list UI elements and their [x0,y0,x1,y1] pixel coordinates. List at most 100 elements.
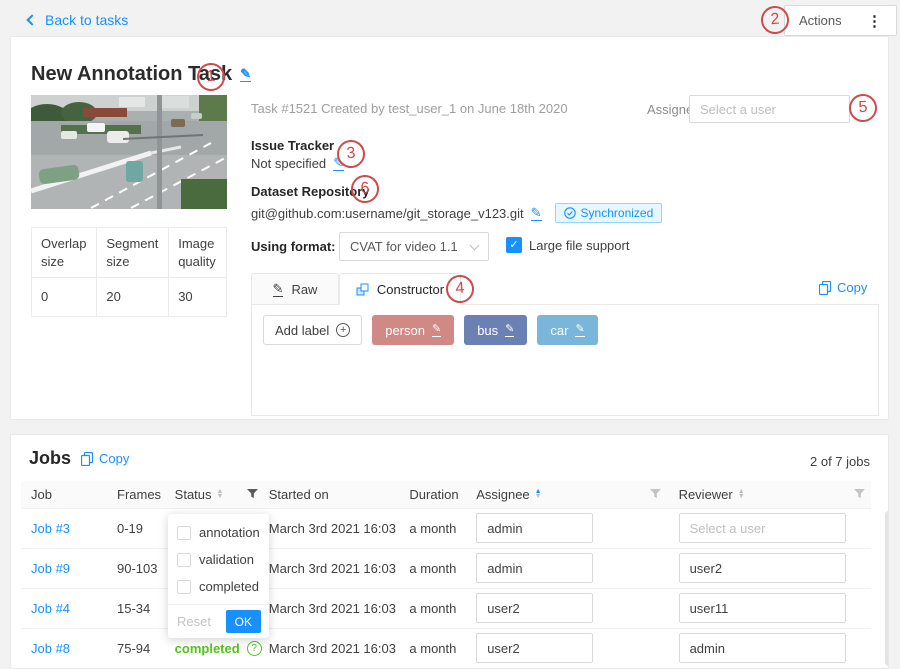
status-filter-dropdown: annotation validation completed Reset OK [168,514,269,638]
filter-option-completed[interactable]: completed [168,573,269,600]
assigned-to-input[interactable] [689,95,850,123]
filter-funnel-icon[interactable] [650,489,661,499]
job-row: Job #3 0-19 March 3rd 2021 16:03 a month [21,508,871,548]
job-duration: a month [399,588,466,628]
col-status[interactable]: Status ▲▼ [165,481,237,508]
job-duration: a month [399,628,466,668]
param-header: Segment size [97,228,169,278]
filter-funnel-icon[interactable] [854,489,865,499]
job-frames: 15-34 [107,588,165,628]
issue-tracker-label: Issue Tracker [251,138,334,153]
param-header: Image quality [169,228,227,278]
checkbox-unchecked[interactable] [177,580,191,594]
param-value-segment: 20 [97,278,169,317]
task-meta: Task #1521 Created by test_user_1 on Jun… [251,101,568,116]
actions-button[interactable]: Actions ⋮ [784,5,897,36]
tab-raw[interactable]: ✎ Raw [251,273,339,305]
param-value-quality: 30 [169,278,227,317]
block-icon [356,283,369,296]
job-row: Job #8 75-94 completed ? March 3rd 2021 … [21,628,871,668]
job-link[interactable]: Job #3 [31,521,70,536]
col-frames[interactable]: Frames [107,481,165,508]
task-detail-page: Back to tasks Actions ⋮ New Annotation T… [0,0,900,669]
task-card: New Annotation Task ✎ [10,36,889,420]
job-link[interactable]: Job #4 [31,601,70,616]
raw-edit-icon: ✎ [273,282,284,297]
labels-editor: Add label + person ✎ bus ✎ car ✎ [263,315,598,345]
filter-reset-button[interactable]: Reset [177,614,211,629]
back-to-tasks-label: Back to tasks [45,12,128,28]
job-started: March 3rd 2021 16:03 [259,548,400,588]
reviewer-input[interactable] [679,513,846,543]
dataset-repository-value: git@github.com:username/git_storage_v123… [251,203,662,223]
task-params-table: Overlap size Segment size Image quality … [31,227,227,317]
actions-label: Actions [799,13,842,28]
job-row: Job #9 90-103 March 3rd 2021 16:03 a mon… [21,548,871,588]
edit-label-icon[interactable]: ✎ [575,324,584,337]
back-to-tasks-link[interactable]: Back to tasks [28,12,128,28]
filter-option-annotation[interactable]: annotation [168,519,269,546]
assignee-input[interactable] [476,513,593,543]
job-link[interactable]: Job #8 [31,641,70,656]
job-link[interactable]: Job #9 [31,561,70,576]
job-status-completed: completed ? [175,641,262,656]
copy-icon [819,281,831,295]
assignee-input[interactable] [476,633,593,663]
edit-label-icon[interactable]: ✎ [432,324,441,337]
edit-title-icon[interactable]: ✎ [240,67,251,82]
checkbox-unchecked[interactable] [177,553,191,567]
col-duration[interactable]: Duration [399,481,466,508]
edit-label-icon[interactable]: ✎ [505,324,514,337]
back-chevron-icon [26,14,37,25]
large-file-checkbox[interactable]: ✓ [506,237,522,253]
add-label-button[interactable]: Add label + [263,315,362,345]
sorter-icon[interactable]: ▲▼ [535,489,542,499]
issue-tracker-value: Not specified ✎ [251,156,344,171]
question-circle-icon[interactable]: ? [247,641,262,656]
jobs-title: Jobs Copy [29,448,129,469]
label-chip-person[interactable]: person ✎ [372,315,454,345]
param-value-overlap: 0 [32,278,97,317]
filter-option-validation[interactable]: validation [168,546,269,573]
task-preview-image [31,95,227,209]
job-row: Job #4 15-34 March 3rd 2021 16:03 a mont… [21,588,871,628]
filter-ok-button[interactable]: OK [226,610,261,633]
more-vertical-icon: ⋮ [867,12,882,30]
tab-constructor[interactable]: Constructor [339,273,461,305]
jobs-scrollbar[interactable] [885,511,889,666]
assignee-input[interactable] [476,553,593,583]
col-job[interactable]: Job [21,481,107,508]
assignee-input[interactable] [476,593,593,623]
edit-repository-icon[interactable]: ✎ [531,206,542,221]
sorter-icon[interactable]: ▲▼ [738,489,745,499]
job-started: March 3rd 2021 16:03 [259,508,400,548]
status-filter-button[interactable] [237,481,259,508]
col-started[interactable]: Started on [259,481,400,508]
job-started: March 3rd 2021 16:03 [259,628,400,668]
labels-copy-button[interactable]: Copy [819,280,867,295]
job-started: March 3rd 2021 16:03 [259,588,400,628]
job-frames: 0-19 [107,508,165,548]
reviewer-input[interactable] [679,633,846,663]
param-header: Overlap size [32,228,97,278]
label-chip-car[interactable]: car ✎ [537,315,597,345]
reviewer-input[interactable] [679,553,846,583]
sync-status-badge: Synchronized [555,203,663,223]
jobs-copy-button[interactable]: Copy [81,451,129,466]
job-frames: 75-94 [107,628,165,668]
reviewer-input[interactable] [679,593,846,623]
jobs-count: 2 of 7 jobs [810,454,870,469]
filter-funnel-icon [247,489,258,499]
copy-icon [81,452,93,466]
col-assignee[interactable]: Assignee ▲▼ [466,481,668,508]
jobs-table: Job Frames Status ▲▼ Started on Duration [21,481,871,669]
using-format-label: Using format: [251,239,336,254]
job-duration: a month [399,548,466,588]
plus-circle-icon: + [336,323,350,337]
sorter-icon[interactable]: ▲▼ [217,489,224,499]
format-select[interactable]: CVAT for video 1.1 [339,232,489,261]
jobs-card: Jobs Copy 2 of 7 jobs Job Frames [10,434,889,669]
col-reviewer[interactable]: Reviewer ▲▼ [669,481,871,508]
label-chip-bus[interactable]: bus ✎ [464,315,527,345]
checkbox-unchecked[interactable] [177,526,191,540]
